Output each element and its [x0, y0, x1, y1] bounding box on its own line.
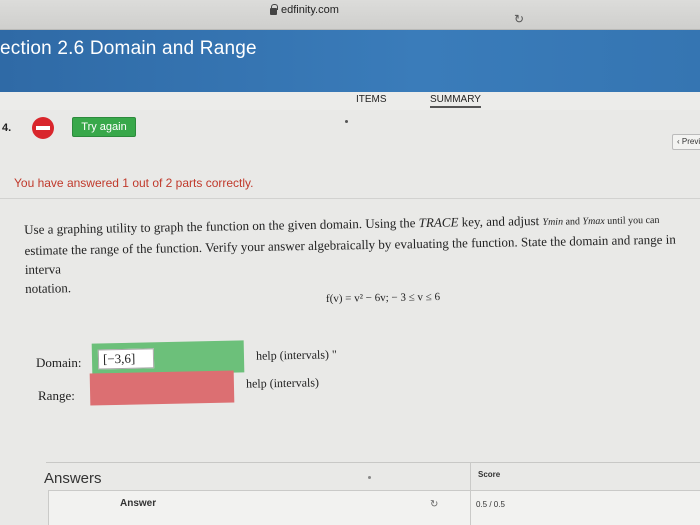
table-divider	[470, 462, 471, 525]
until-text: until you can	[604, 214, 660, 227]
tabs-bar: ITEMS SUMMARY	[0, 92, 700, 110]
tab-summary[interactable]: SUMMARY	[430, 94, 481, 108]
range-help-link[interactable]: help (intervals)	[246, 375, 319, 391]
ymin-text: Ymin	[542, 216, 564, 228]
question-text-line3: notation.	[25, 280, 72, 296]
domain-label: Domain:	[36, 355, 82, 370]
feedback-message: You have answered 1 out of 2 parts corre…	[14, 176, 254, 190]
and-text: and	[562, 216, 583, 228]
question-text-line1b: key, and adjust	[458, 212, 543, 230]
ymax-text: Ymax	[582, 215, 605, 228]
question-text: Use a graphing utility to graph the func…	[24, 208, 700, 298]
answer-column-header: Answer	[120, 498, 157, 509]
lock-icon	[270, 3, 278, 15]
question-number: 4.	[2, 122, 12, 134]
address-bar[interactable]: edfinity.com	[270, 3, 339, 16]
score-column-header: Score	[478, 470, 501, 479]
question-text-line2: estimate the range of the function. Veri…	[24, 231, 676, 277]
trace-key: TRACE	[418, 214, 459, 231]
question-text-line1: Use a graphing utility to graph the func…	[24, 215, 419, 237]
tab-items[interactable]: ITEMS	[356, 94, 387, 105]
reload-icon[interactable]: ↻	[514, 12, 524, 26]
previous-button[interactable]: ‹ Previ	[672, 134, 700, 150]
refresh-icon[interactable]: ↻	[430, 499, 438, 510]
domain-input[interactable]: [−3,6]	[97, 348, 155, 370]
incorrect-status-icon	[32, 117, 54, 139]
range-label: Range:	[38, 388, 75, 403]
dot-icon	[345, 120, 348, 123]
page-header: ection 2.6 Domain and Range	[0, 30, 700, 92]
answers-heading: Answers	[44, 470, 102, 487]
function-formula: f(v) = v² − 6v; − 3 ≤ v ≤ 6	[325, 291, 441, 305]
browser-toolbar: edfinity.com ↻	[0, 0, 700, 30]
domain-help-link[interactable]: help (intervals) "	[256, 347, 337, 363]
url-text: edfinity.com	[281, 4, 339, 16]
try-again-button[interactable]: Try again	[72, 117, 136, 137]
range-input[interactable]	[89, 370, 235, 406]
dot-icon	[368, 476, 371, 479]
divider	[0, 198, 700, 199]
page-title: ection 2.6 Domain and Range	[0, 38, 257, 59]
score-value: 0.5 / 0.5	[476, 500, 505, 509]
